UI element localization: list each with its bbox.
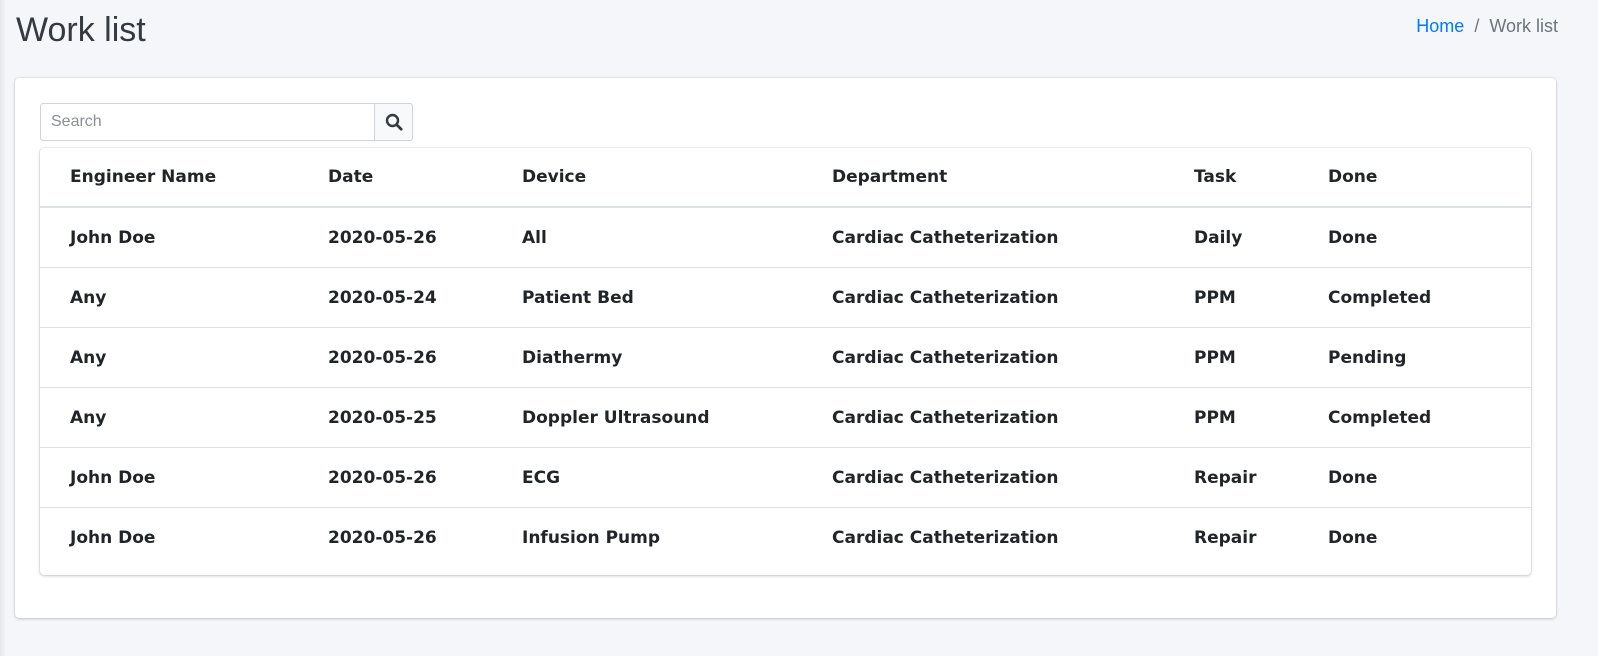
table-row[interactable]: Any 2020-05-26 Diathermy Cardiac Cathete… (40, 327, 1531, 388)
cell-task: PPM (1194, 327, 1328, 388)
breadcrumb: Home / Work list (1416, 14, 1558, 38)
work-list-card: Engineer Name Date Device Department Tas… (15, 78, 1556, 618)
column-header-task[interactable]: Task (1194, 148, 1328, 208)
cell-engineer-name: Any (40, 267, 328, 328)
cell-device: ECG (522, 447, 832, 508)
column-header-engineer-name[interactable]: Engineer Name (40, 148, 328, 208)
cell-department: Cardiac Catheterization (832, 327, 1194, 388)
table-row[interactable]: John Doe 2020-05-26 Infusion Pump Cardia… (40, 507, 1531, 567)
cell-department: Cardiac Catheterization (832, 507, 1194, 567)
column-header-department[interactable]: Department (832, 148, 1194, 208)
cell-engineer-name: John Doe (40, 447, 328, 508)
work-list-table: Engineer Name Date Device Department Tas… (40, 148, 1531, 567)
cell-done: Done (1328, 507, 1531, 567)
search-input[interactable] (40, 103, 374, 141)
cell-date: 2020-05-26 (328, 447, 522, 508)
cell-date: 2020-05-26 (328, 327, 522, 388)
cell-engineer-name: Any (40, 327, 328, 388)
cell-done: Done (1328, 227, 1378, 248)
cell-done: Completed (1328, 387, 1531, 448)
cell-engineer-name: Any (40, 387, 328, 448)
breadcrumb-home-link[interactable]: Home (1416, 16, 1464, 36)
cell-date: 2020-05-25 (328, 387, 522, 448)
cell-department: Cardiac Catheterization (832, 447, 1194, 508)
cell-department: Cardiac Catheterization (832, 387, 1194, 448)
cell-device: Infusion Pump (522, 507, 832, 567)
sidebar-edge (0, 0, 6, 656)
cell-task: Repair (1194, 447, 1328, 508)
table-row[interactable]: John Doe 2020-05-26 ECG Cardiac Catheter… (40, 447, 1531, 508)
cell-engineer-name: John Doe (40, 507, 328, 567)
cell-done: Done (1328, 447, 1531, 508)
page-title: Work list (16, 11, 146, 49)
breadcrumb-current: Work list (1489, 16, 1558, 36)
breadcrumb-separator: / (1474, 16, 1480, 36)
cell-department: Cardiac Catheterization (832, 227, 1059, 248)
cell-date: 2020-05-26 (328, 227, 437, 248)
cell-done: Pending (1328, 327, 1531, 388)
cell-done: Completed (1328, 267, 1531, 328)
cell-task: PPM (1194, 267, 1328, 328)
table-row[interactable]: John Doe 2020-05-26 All Cardiac Catheter… (40, 207, 1531, 268)
cell-task: PPM (1194, 387, 1328, 448)
column-header-done[interactable]: Done (1328, 148, 1531, 208)
table-row[interactable]: Any 2020-05-25 Doppler Ultrasound Cardia… (40, 387, 1531, 448)
page-header: Work list Home / Work list (16, 0, 1598, 60)
search-group (40, 103, 413, 141)
cell-date: 2020-05-26 (328, 507, 522, 567)
search-icon (385, 113, 403, 131)
cell-department: Cardiac Catheterization (832, 267, 1194, 328)
table-header-row: Engineer Name Date Device Department Tas… (40, 148, 1531, 208)
cell-date: 2020-05-24 (328, 267, 522, 328)
search-button[interactable] (374, 103, 413, 141)
column-header-device[interactable]: Device (522, 148, 832, 208)
work-list-table-container: Engineer Name Date Device Department Tas… (40, 148, 1531, 575)
cell-device: All (522, 227, 547, 248)
cell-task: Repair (1194, 507, 1328, 567)
cell-engineer-name: John Doe (70, 227, 156, 248)
table-row[interactable]: Any 2020-05-24 Patient Bed Cardiac Cathe… (40, 267, 1531, 328)
cell-device: Doppler Ultrasound (522, 387, 832, 448)
cell-task: Daily (1194, 227, 1243, 248)
cell-device: Patient Bed (522, 267, 832, 328)
cell-device: Diathermy (522, 327, 832, 388)
column-header-date[interactable]: Date (328, 148, 522, 208)
